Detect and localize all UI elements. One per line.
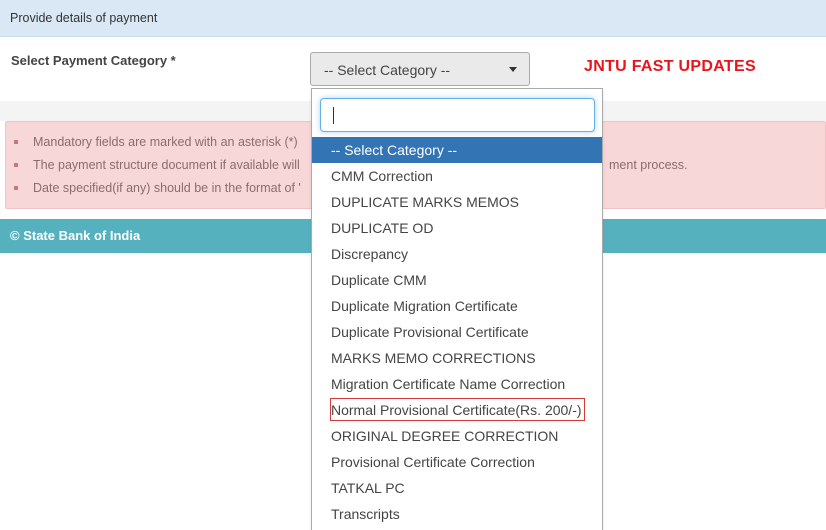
option-label: DUPLICATE OD — [331, 220, 434, 236]
option-label: Duplicate CMM — [331, 272, 427, 288]
payment-category-label: Select Payment Category * — [11, 53, 176, 68]
square-bullet-icon — [14, 163, 18, 167]
note-tail-text: ment process. — [609, 158, 688, 172]
dropdown-option[interactable]: TATKAL PC — [312, 475, 602, 501]
dropdown-option[interactable]: DUPLICATE MARKS MEMOS — [312, 189, 602, 215]
panel-heading: Provide details of payment — [0, 0, 826, 37]
dropdown-option[interactable]: CMM Correction — [312, 163, 602, 189]
option-label: Duplicate Provisional Certificate — [331, 324, 529, 340]
square-bullet-icon — [14, 186, 18, 190]
dropdown-option[interactable]: Transcripts — [312, 501, 602, 527]
dropdown-option[interactable]: DUPLICATE OD — [312, 215, 602, 241]
option-label: Provisional Certificate Correction — [331, 454, 535, 470]
option-label: Migration Certificate Name Correction — [331, 376, 566, 392]
dropdown-option[interactable]: Duplicate CMM — [312, 267, 602, 293]
option-label: ORIGINAL DEGREE CORRECTION — [331, 428, 559, 444]
option-label: DUPLICATE MARKS MEMOS — [331, 194, 519, 210]
option-list: -- Select Category -- CMM Correction DUPLI… — [312, 137, 602, 527]
note-text: Mandatory fields are marked with an aste… — [33, 135, 298, 149]
dropdown-option[interactable]: Duplicate Provisional Certificate — [312, 319, 602, 345]
dropdown-option[interactable]: ORIGINAL DEGREE CORRECTION — [312, 423, 602, 449]
square-bullet-icon — [14, 140, 18, 144]
dropdown-option[interactable]: Duplicate Migration Certificate — [312, 293, 602, 319]
dropdown-search-input[interactable] — [320, 98, 595, 132]
option-label: -- Select Category -- — [331, 142, 458, 158]
option-label: Duplicate Migration Certificate — [331, 298, 518, 314]
option-label: Transcripts — [331, 506, 400, 522]
dropdown-option[interactable]: Migration Certificate Name Correction — [312, 371, 602, 397]
option-label: CMM Correction — [331, 168, 433, 184]
dropdown-option[interactable]: -- Select Category -- — [312, 137, 602, 163]
chevron-down-icon — [509, 67, 517, 72]
note-text: The payment structure document if availa… — [33, 158, 300, 172]
option-label: TATKAL PC — [331, 480, 405, 496]
note-text: Date specified(if any) should be in the … — [33, 181, 301, 195]
dropdown-option[interactable]: Provisional Certificate Correction — [312, 449, 602, 475]
category-dropdown: -- Select Category -- CMM Correction DUPLI… — [311, 88, 603, 530]
option-label: Discrepancy — [331, 246, 409, 262]
option-label: MARKS MEMO CORRECTIONS — [331, 350, 536, 366]
payment-category-select[interactable]: -- Select Category -- — [310, 52, 530, 86]
text-caret — [333, 107, 334, 124]
dropdown-option[interactable]: Discrepancy — [312, 241, 602, 267]
highlight-box — [330, 398, 585, 421]
select-value: -- Select Category -- — [324, 62, 451, 78]
watermark-text: JNTU FAST UPDATES — [584, 58, 756, 75]
dropdown-option[interactable]: Normal Provisional Certificate(Rs. 200/-… — [312, 397, 602, 423]
dropdown-option[interactable]: MARKS MEMO CORRECTIONS — [312, 345, 602, 371]
